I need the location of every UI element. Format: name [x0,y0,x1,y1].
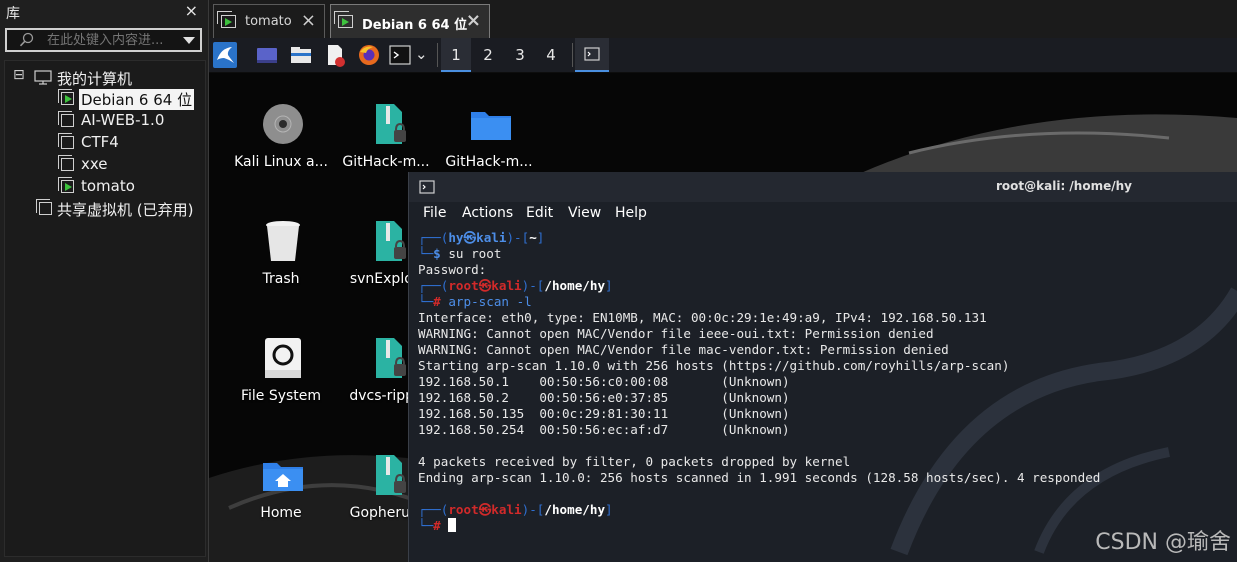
search-dropdown-icon[interactable] [183,37,195,44]
terminal-icon[interactable] [389,43,411,67]
vm-running-icon [58,89,74,105]
tree-shared-label: 共享虚拟机 (已弃用) [57,201,194,219]
kali-menu-icon[interactable] [213,42,237,68]
text-editor-icon[interactable] [323,43,347,67]
desktop-item-kali-iso[interactable]: Kali Linux a... [229,96,333,196]
file-manager-icon[interactable] [289,43,313,67]
shared-vm-icon [36,199,52,215]
desktop-item-home[interactable]: Home [229,447,333,547]
prompt-line: ┌──(hy㉿kali)-[~] [418,230,545,245]
folder-icon [471,112,511,140]
desktop-item-label: File System [240,388,322,404]
text-cursor [448,518,457,532]
trash-icon [266,221,300,261]
terminal-title: root@kali: /home/hy [996,179,1132,193]
desktop-item-trash[interactable]: Trash [229,213,333,313]
tree-root-label: 我的计算机 [57,70,133,88]
tree-vm-label: xxe [81,155,108,173]
desktop-item-label: GitHack-m... [445,154,533,170]
zip-locked-icon [376,455,406,495]
desktop-item-label: Trash [262,271,300,287]
workspace-4[interactable]: 4 [536,38,566,72]
output-line: 192.168.50.254 00:50:56:ec:af:d7 (Unknow… [418,422,790,437]
tab-close-icon[interactable]: × [466,10,481,31]
output-line: Ending arp-scan 1.10.0: 256 hosts scanne… [418,470,1101,485]
menu-file[interactable]: File [423,205,446,221]
vm-tab-bar: tomato × Debian 6 64 位 × [209,0,1237,38]
terminal-titlebar[interactable]: root@kali: /home/hy [409,172,1237,202]
vm-running-icon [217,11,236,28]
library-title: 库 [6,6,20,22]
terminal-window-icon[interactable] [575,38,609,72]
library-tree: ⊟ 我的计算机 Debian 6 64 位 AI-WEB-1.0 CTF4 xx… [4,60,206,557]
password-line: Password: [418,262,487,277]
library-close-icon[interactable]: × [185,1,198,20]
tab-label: Debian 6 64 位 [362,18,468,33]
search-icon [19,32,34,47]
menu-actions[interactable]: Actions [462,205,513,221]
home-folder-icon [263,463,303,491]
library-search-box[interactable] [5,28,202,52]
library-panel: 库 × ⊟ 我的计算机 Debian 6 64 位 AI-WEB-1.0 [0,0,209,562]
output-line: 192.168.50.135 00:0c:29:81:30:11 (Unknow… [418,406,790,421]
output-line: Starting arp-scan 1.10.0 with 256 hosts … [418,358,1010,373]
vm-icon [58,133,74,149]
tab-label: tomato [245,14,292,29]
vm-running-icon [58,177,74,193]
workspace-3[interactable]: 3 [505,38,535,72]
desktop-icon[interactable] [255,43,279,67]
vm-icon [58,155,74,171]
terminal-output[interactable]: ┌──(hy㉿kali)-[~] └─$ su root Password: ┌──(… [418,230,1233,560]
tree-vm-label: tomato [81,177,135,195]
disc-icon [263,104,303,144]
library-header: 库 × [0,0,208,24]
output-line: Interface: eth0, type: EN10MB, MAC: 00:0… [418,310,987,325]
kali-top-panel: ⌄ 1 2 3 4 [209,38,1237,73]
vm-icon [58,111,74,127]
tree-vm-label: CTF4 [81,133,119,151]
firefox-icon[interactable] [357,43,381,67]
output-line: WARNING: Cannot open MAC/Vendor file iee… [418,326,934,341]
drive-icon [265,338,301,378]
output-line: WARNING: Cannot open MAC/Vendor file mac… [418,342,949,357]
library-search-input[interactable] [47,31,182,49]
desktop-item-file-system[interactable]: File System [229,330,333,430]
desktop-item-label: Kali Linux a... [234,154,328,170]
prompt-line: ┌──(root㉿kali)-[/home/hy] [418,502,613,517]
zip-locked-icon [376,104,406,144]
menu-view[interactable]: View [568,205,601,221]
menu-edit[interactable]: Edit [526,205,553,221]
csdn-watermark: CSDN @瑜舍 [1095,530,1231,555]
collapse-toggle-icon[interactable]: ⊟ [13,67,25,83]
tree-vm-label: AI-WEB-1.0 [81,111,165,129]
prompt-line: ┌──(root㉿kali)-[/home/hy] [418,278,613,293]
computer-icon [34,70,52,85]
tree-vm-label: Debian 6 64 位 [79,89,195,110]
zip-locked-icon [376,338,406,378]
menu-help[interactable]: Help [615,205,647,221]
output-line: 4 packets received by filter, 0 packets … [418,454,851,469]
workspace-2[interactable]: 2 [473,38,503,72]
output-line: 192.168.50.2 00:50:56:e0:37:85 (Unknown) [418,390,790,405]
tab-debian[interactable]: Debian 6 64 位 × [330,4,490,38]
terminal-menubar: File Actions Edit View Help [409,202,1237,228]
command-line: └─# arp-scan -l [418,294,532,309]
workspace-1[interactable]: 1 [441,38,471,72]
tab-tomato[interactable]: tomato × [213,4,325,38]
command-line: └─$ su root [418,246,502,261]
desktop-item-label: Home [260,505,302,521]
tab-close-icon[interactable]: × [301,10,316,31]
terminal-app-icon [419,180,435,194]
vm-running-icon [334,11,353,28]
terminal-window[interactable]: root@kali: /home/hy File Actions Edit Vi… [408,172,1237,562]
desktop-item-label: GitHack-m... [342,154,430,170]
output-line: 192.168.50.1 00:50:56:c0:00:08 (Unknown) [418,374,790,389]
zip-locked-icon [376,221,406,261]
terminal-dropdown-icon[interactable]: ⌄ [415,45,428,69]
